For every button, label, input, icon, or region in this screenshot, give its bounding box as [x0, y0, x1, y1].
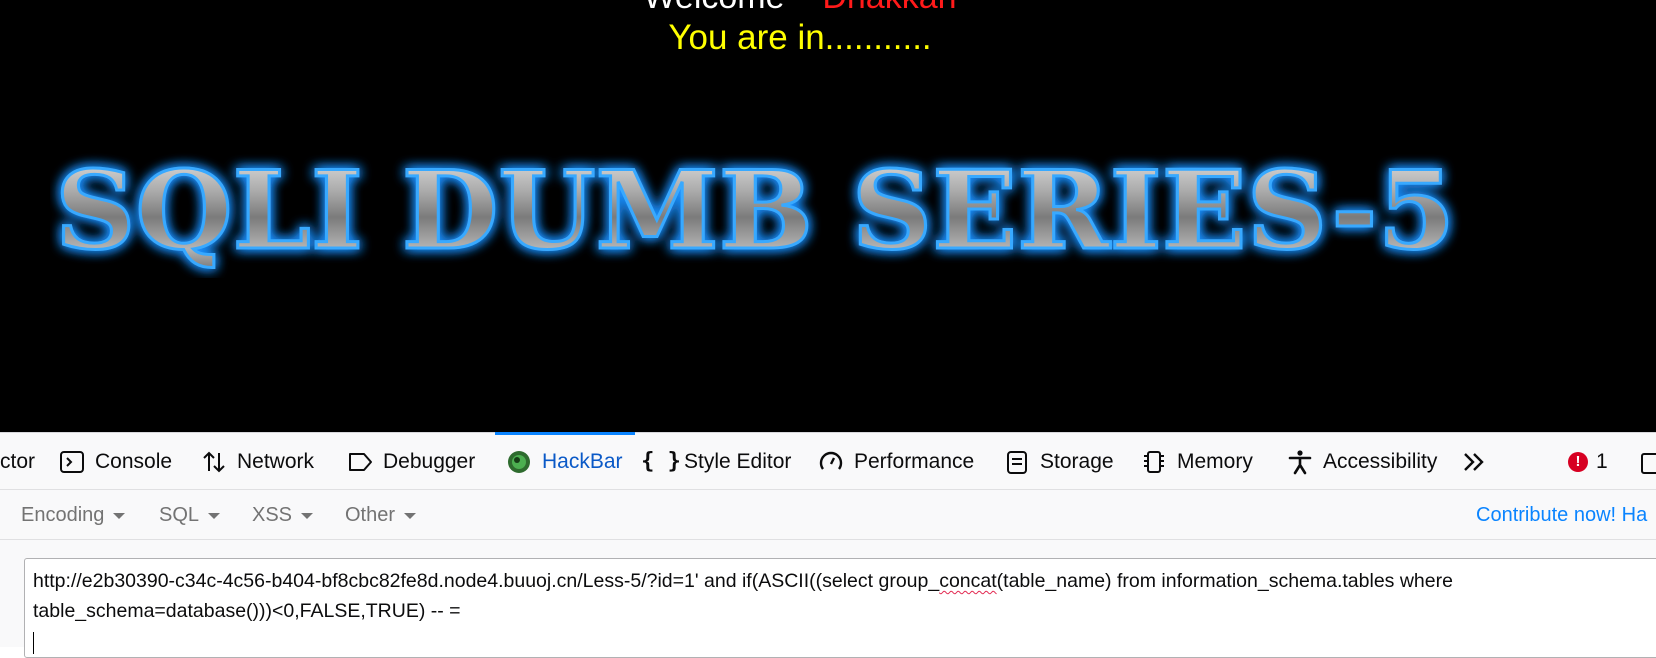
- welcome-username: Dhakkan: [822, 0, 956, 16]
- tab-memory[interactable]: Memory: [1140, 433, 1253, 490]
- tab-network[interactable]: Network: [200, 433, 314, 490]
- gauge-icon: [817, 448, 845, 476]
- tab-label: Performance: [854, 449, 975, 473]
- sql-menu[interactable]: SQL: [159, 490, 221, 540]
- menu-label: Encoding: [21, 503, 105, 526]
- chevron-down-icon: [301, 513, 314, 519]
- tab-label: Network: [237, 449, 315, 473]
- login-status: You are in...........: [668, 18, 932, 57]
- chevrons-right-icon: [1460, 448, 1488, 476]
- url-text: http://e2b30390-c34c-4c56-b404-bf8cbc82f…: [33, 570, 1458, 622]
- tab-hackbar[interactable]: HackBar: [495, 432, 635, 490]
- chevron-down-icon: [404, 513, 417, 519]
- tab-performance[interactable]: Performance: [817, 433, 974, 490]
- more-tabs-button[interactable]: [1460, 433, 1497, 490]
- memory-icon: [1140, 448, 1168, 476]
- tab-label: Storage: [1040, 449, 1114, 473]
- other-menu[interactable]: Other: [345, 490, 417, 540]
- debugger-icon: [346, 448, 374, 476]
- tab-label: HackBar: [542, 449, 623, 473]
- chevron-down-icon: [208, 513, 221, 519]
- tab-debugger[interactable]: Debugger: [346, 433, 475, 490]
- menu-label: Other: [345, 503, 396, 526]
- tab-label: Debugger: [383, 449, 476, 473]
- hackbar-icon: [505, 448, 533, 476]
- tab-label: ctor: [0, 449, 36, 473]
- braces-icon: { }: [641, 449, 681, 474]
- console-icon: [58, 448, 86, 476]
- welcome-label: Welcome: [643, 0, 784, 16]
- accessibility-icon: [1286, 448, 1314, 476]
- tab-style-editor[interactable]: { } Style Editor: [641, 433, 792, 490]
- tab-storage[interactable]: Storage: [1003, 433, 1114, 490]
- spellcheck-word: concat: [939, 570, 997, 592]
- tab-label: Console: [95, 449, 173, 473]
- contribute-link[interactable]: Contribute now! Ha: [1476, 490, 1647, 540]
- tab-label: Style Editor: [684, 449, 792, 473]
- menu-label: SQL: [159, 503, 200, 526]
- tab-label: Accessibility: [1323, 449, 1438, 473]
- responsive-mode-icon: [1636, 448, 1656, 476]
- tab-inspector[interactable]: ctor: [0, 433, 35, 490]
- storage-icon: [1003, 448, 1031, 476]
- error-icon: !: [1568, 451, 1588, 472]
- menu-label: XSS: [252, 503, 293, 526]
- text-cursor: [33, 632, 34, 654]
- chevron-down-icon: [113, 513, 126, 519]
- hackbar-toolbar: Encoding SQL XSS Other Contribute now! H…: [0, 490, 1656, 540]
- url-textarea[interactable]: http://e2b30390-c34c-4c56-b404-bf8cbc82f…: [24, 558, 1656, 658]
- tab-console[interactable]: Console: [58, 433, 172, 490]
- network-icon: [200, 448, 228, 476]
- banner-text: SQLI DUMB SERIES-5: [55, 148, 1455, 274]
- error-count: 1: [1596, 449, 1608, 473]
- error-counter[interactable]: ! 1: [1568, 433, 1608, 490]
- hackbar-body: http://e2b30390-c34c-4c56-b404-bf8cbc82f…: [0, 540, 1656, 658]
- sqli-banner-logo: SQLI DUMB SERIES-5: [54, 148, 1457, 276]
- web-page: Welcome Dhakkan You are in........... SQ…: [0, 0, 1656, 432]
- xss-menu[interactable]: XSS: [252, 490, 314, 540]
- tab-accessibility[interactable]: Accessibility: [1286, 433, 1437, 490]
- tab-label: Memory: [1177, 449, 1253, 473]
- encoding-menu[interactable]: Encoding: [21, 490, 126, 540]
- devtools-tabbar: ctor Console Network Debugger HackBar { …: [0, 432, 1656, 490]
- welcome-line: Welcome Dhakkan: [0, 0, 1600, 17]
- responsive-mode-button[interactable]: [1636, 433, 1656, 490]
- url-text-part: http://e2b30390-c34c-4c56-b404-bf8cbc82f…: [33, 570, 940, 592]
